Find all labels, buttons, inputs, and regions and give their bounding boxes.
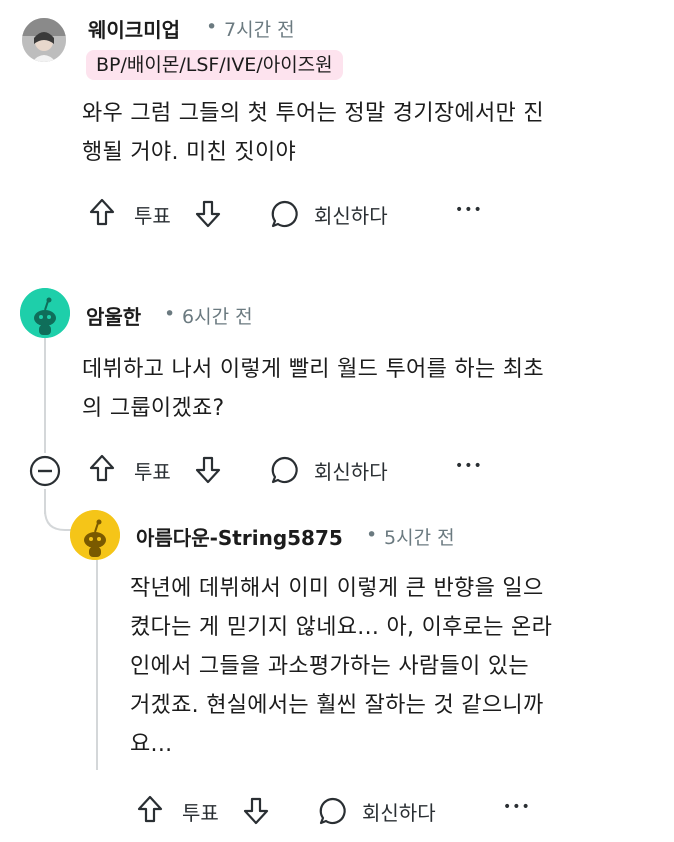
reply-button[interactable]: 회신하다: [362, 797, 436, 826]
timestamp: 7시간 전: [224, 19, 295, 41]
more-options-button[interactable]: •••: [455, 202, 483, 218]
upvote-icon[interactable]: [88, 197, 116, 227]
username[interactable]: 웨이크미업: [88, 14, 180, 43]
meta-separator: •: [164, 303, 176, 325]
user-avatar[interactable]: [70, 510, 120, 560]
meta-separator: •: [366, 524, 378, 546]
upvote-icon[interactable]: [136, 794, 164, 824]
timestamp: 6시간 전: [182, 306, 253, 328]
vote-count: 투표: [134, 204, 171, 228]
reply-bubble-icon[interactable]: [318, 796, 348, 826]
comment-line: 의 그룹이겠죠?: [82, 396, 225, 421]
user-avatar[interactable]: [20, 288, 70, 338]
thread-connector: [44, 510, 73, 531]
upvote-icon[interactable]: [88, 453, 116, 483]
comment-line: 데뷔하고 나서 이렇게 빨리 월드 투어를 하는 최초: [82, 357, 544, 382]
user-avatar[interactable]: [22, 18, 66, 62]
snoo-avatar-icon: [20, 288, 70, 338]
snoo-avatar-icon: [70, 510, 120, 560]
comment-line: 거겠죠. 현실에서는 훨씬 잘하는 것 같으니까: [130, 693, 544, 718]
comment-line: 켰다는 게 믿기지 않네요... 아, 이후로는 온라: [130, 615, 553, 640]
username[interactable]: 암울한: [86, 301, 141, 330]
comment-line: 요...: [130, 732, 173, 757]
more-options-button[interactable]: •••: [455, 458, 483, 474]
more-options-button[interactable]: •••: [503, 799, 531, 815]
meta-separator: •: [206, 16, 218, 38]
comment-line: 행될 거야. 미친 짓이야: [82, 140, 297, 165]
comment-line: 작년에 데뷔해서 이미 이렇게 큰 반향을 일으: [130, 576, 544, 601]
comment-body: 와우 그럼 그들의 첫 투어는 정말 경기장에서만 진 행될 거야. 미친 짓이…: [82, 94, 544, 172]
reply-bubble-icon[interactable]: [270, 455, 300, 485]
vote-count: 투표: [182, 801, 219, 825]
comment-line: 인에서 그들을 과소평가하는 사람들이 있는: [130, 654, 529, 679]
downvote-icon[interactable]: [242, 796, 270, 826]
comment-line: 와우 그럼 그들의 첫 투어는 정말 경기장에서만 진: [82, 101, 544, 126]
downvote-icon[interactable]: [194, 199, 222, 229]
thread-line[interactable]: [44, 338, 46, 453]
comment-body: 데뷔하고 나서 이렇게 빨리 월드 투어를 하는 최초 의 그룹이겠죠?: [82, 350, 544, 428]
reply-button[interactable]: 회신하다: [314, 456, 388, 485]
reply-button[interactable]: 회신하다: [314, 200, 388, 229]
vote-count: 투표: [134, 460, 171, 484]
comment-body: 작년에 데뷔해서 이미 이렇게 큰 반향을 일으 켰다는 게 믿기지 않네요..…: [130, 569, 552, 764]
thread-line[interactable]: [96, 560, 98, 770]
collapse-minus-icon[interactable]: [29, 455, 61, 487]
downvote-icon[interactable]: [194, 455, 222, 485]
timestamp: 5시간 전: [384, 527, 455, 549]
username[interactable]: 아름다운-String5875: [136, 522, 343, 551]
user-flair: BP/배이몬/LSF/IVE/아이즈원: [86, 50, 343, 80]
profile-photo-icon: [22, 18, 66, 62]
reply-bubble-icon[interactable]: [270, 199, 300, 229]
